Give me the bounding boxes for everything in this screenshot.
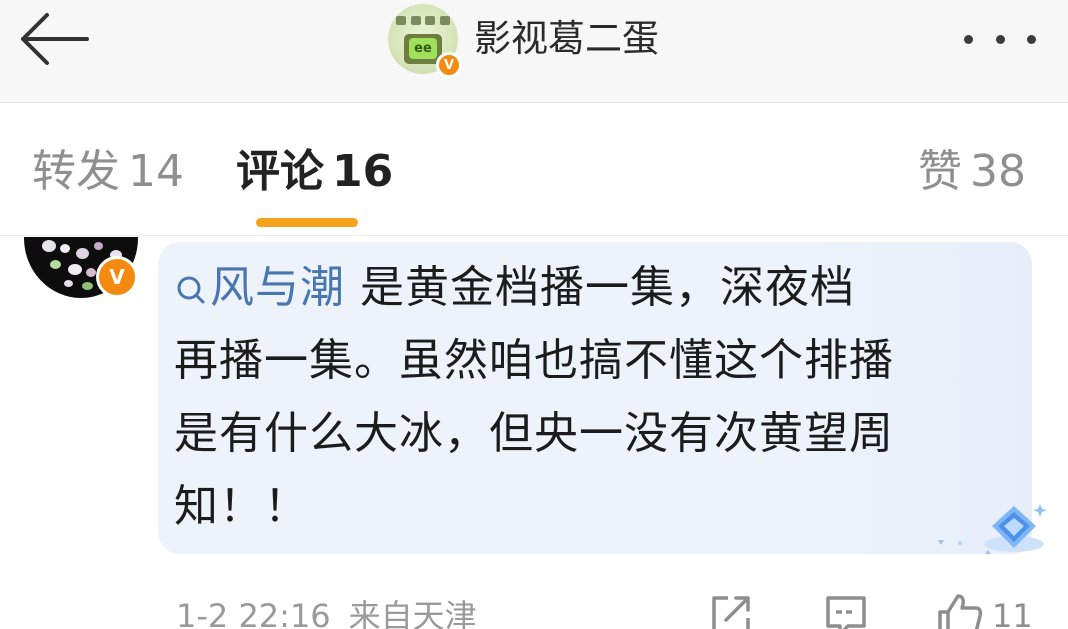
account-name[interactable]: 影视葛二蛋 [474,14,659,64]
comment-line-1: 是黄金档播一集，深夜档 [345,262,855,313]
tab-reposts-count: 14 [128,146,184,197]
tab-bar: 转发 14 评论 16 赞 38 [0,104,1068,236]
comment-bubble-icon [826,596,866,629]
tab-likes[interactable]: 赞 38 [918,140,1026,204]
more-dots-icon [964,34,973,44]
tab-comments-count: 16 [332,146,394,197]
commenter-verified-badge-icon: V [96,256,138,298]
tab-reposts-label: 转发 [32,146,120,197]
verified-badge-icon: V [436,52,462,78]
thumbs-up-icon [938,594,983,629]
top-bar: ee V 影视葛二蛋 [0,0,1068,103]
tab-comments-label: 评论 [236,146,324,197]
comment-timestamp: 1-2 22:16 [176,597,331,629]
share-icon [712,596,750,629]
tab-reposts[interactable]: 转发 14 [32,140,184,204]
comment-line: 风与潮 是黄金档播一集，深夜档 [174,251,1004,324]
back-button[interactable] [14,10,94,68]
share-button[interactable] [708,592,754,629]
comment-location: 来自天津 [348,597,477,629]
avatar-tv-label: ee [409,38,437,59]
search-icon [177,276,205,304]
tab-likes-label: 赞 [918,146,962,197]
comment-line-2: 再播一集。虽然咱也搞不懂这个排播 [174,335,894,386]
comment-line-3: 是有什么大冰，但央一没有次黄望周 [174,408,894,459]
active-tab-indicator [256,218,358,227]
arrow-left-icon [21,13,89,65]
like-button[interactable]: 11 [934,592,1033,629]
comment-line-4: 知！！ [174,481,309,532]
comment-text: 风与潮 是黄金档播一集，深夜档 再播一集。虽然咱也搞不懂这个排播 是有什么大冰，… [174,251,1004,543]
mention-name: 风与潮 [210,262,345,313]
diamond-decoration-icon [938,504,1047,554]
comment-meta: 1-2 22:16 来自天津 [176,592,477,629]
tab-comments[interactable]: 评论 16 [236,140,393,204]
mention-link[interactable]: 风与潮 [174,262,345,313]
account-avatar[interactable]: ee V [388,4,462,78]
reply-button[interactable] [822,592,870,629]
like-count: 11 [992,597,1033,629]
more-options-button[interactable] [958,22,1042,56]
weibo-comment-page: ee V 影视葛二蛋 转发 14 评论 16 赞 38 V 风与潮 是黄金档播一… [0,0,1068,629]
tab-likes-count: 38 [970,146,1026,197]
